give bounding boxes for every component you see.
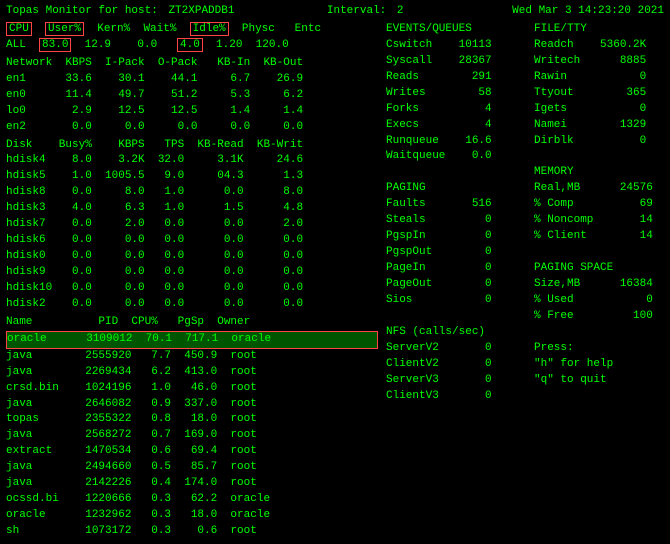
- process-rows: java 2555920 7.7 450.9 root java 2269434…: [6, 349, 378, 540]
- left-panel: CPU User% Kern% Wait% Idle% Physc Entc A…: [6, 22, 378, 540]
- disk-section: Disk Busy% KBPS TPS KB-Read KB-Writ hdis…: [6, 138, 378, 313]
- header: Topas Monitor for host: ZT2XPADDB1 Inter…: [6, 4, 664, 20]
- header-date: Wed Mar 3 14:23:20 2021: [512, 4, 664, 20]
- process-oracle-highlight: oracle 3109012 70.1 717.1 oracle: [6, 331, 378, 349]
- right-panel: EVENTS/QUEUES Cswitch 10113 Syscall 2836…: [386, 22, 664, 540]
- cpu-header: CPU User% Kern% Wait% Idle% Physc Entc A…: [6, 22, 378, 54]
- header-title: Topas Monitor for host: ZT2XPADDB1 Inter…: [6, 4, 404, 20]
- network-section: Network KBPS I-Pack O-Pack KB-In KB-Out …: [6, 56, 378, 136]
- file-memory-col: FILE/TTY Readch 5360.2K Writech 8885 Raw…: [534, 22, 664, 540]
- hostname: ZT2XPADDB1: [168, 5, 234, 17]
- process-section: Name PID CPU% PgSp Owner oracle 3109012 …: [6, 315, 378, 540]
- network-data: Network KBPS I-Pack O-Pack KB-In KB-Out …: [6, 56, 378, 136]
- events-paging-col: EVENTS/QUEUES Cswitch 10113 Syscall 2836…: [386, 22, 526, 540]
- disk-data: Disk Busy% KBPS TPS KB-Read KB-Writ hdis…: [6, 138, 378, 313]
- main-content: CPU User% Kern% Wait% Idle% Physc Entc A…: [6, 22, 664, 540]
- process-header: Name PID CPU% PgSp Owner: [6, 315, 378, 331]
- cpu-section: CPU User% Kern% Wait% Idle% Physc Entc A…: [6, 22, 378, 54]
- topas-monitor: Topas Monitor for host: ZT2XPADDB1 Inter…: [6, 4, 664, 540]
- file-tty-data: FILE/TTY Readch 5360.2K Writech 8885 Raw…: [534, 22, 664, 389]
- events-data: EVENTS/QUEUES Cswitch 10113 Syscall 2836…: [386, 22, 526, 405]
